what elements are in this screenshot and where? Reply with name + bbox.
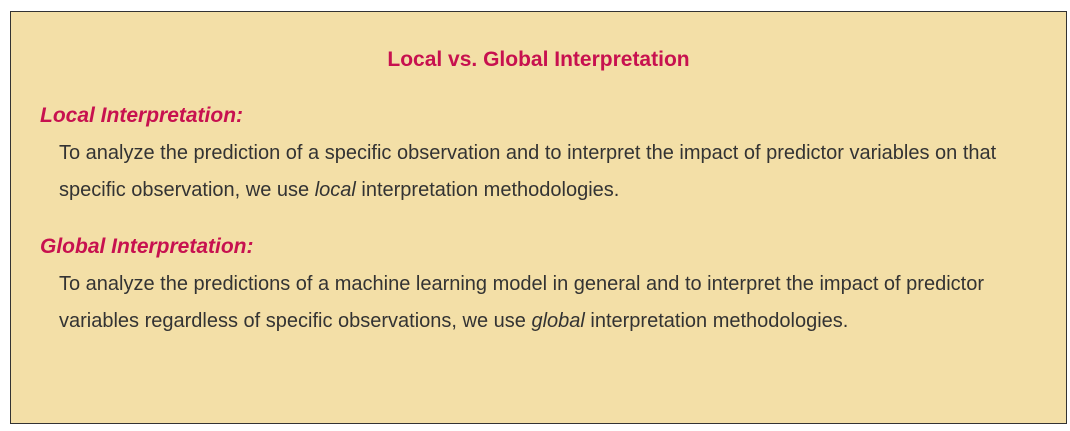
global-emphasis: global (531, 310, 585, 332)
box-title: Local vs. Global Interpretation (387, 48, 690, 71)
info-box: Local vs. Global Interpretation Local In… (10, 11, 1067, 424)
global-text-after: interpretation methodologies. (584, 310, 849, 332)
local-emphasis: local (314, 179, 356, 201)
local-interpretation-text: To analyze the prediction of a specific … (59, 135, 1049, 209)
global-interpretation-heading: Global Interpretation: (40, 235, 254, 258)
local-text-after: interpretation methodologies. (355, 179, 620, 201)
local-interpretation-heading: Local Interpretation: (40, 104, 244, 127)
global-interpretation-text: To analyze the predictions of a machine … (59, 266, 1049, 340)
